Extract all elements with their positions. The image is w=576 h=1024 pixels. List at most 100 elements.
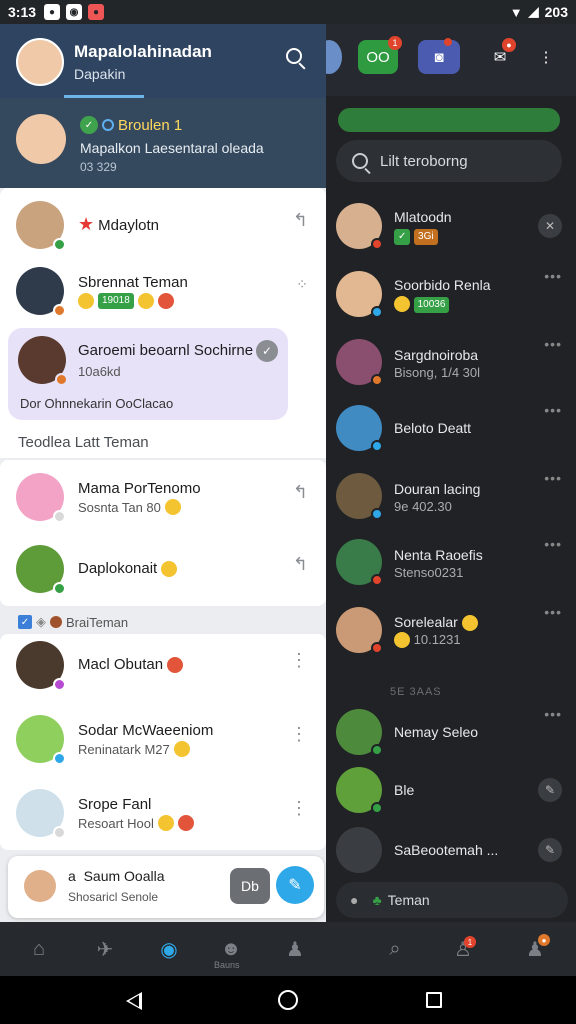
checkbox-icon[interactable]: ✓ [18,615,32,629]
app-screen: 3:13 ● ◉ ● ▼ ◢ 203 OO 1 ◙ ✉ ● ⋮ Lilt ter… [0,0,576,1024]
drawer-subtitle[interactable]: Dapakin [74,66,125,82]
drawer-row[interactable]: Srope Fanl Resoart Hool ⋮ [0,776,326,850]
bot-icon[interactable]: ◙ [418,40,460,74]
compose-secondary-button[interactable]: Db [230,868,270,904]
overflow-icon[interactable]: ⋮ [290,798,308,819]
back-icon[interactable] [126,992,142,1010]
signal-icon: ◢ [528,4,539,19]
avatar [336,709,383,756]
overflow-icon[interactable]: ⋮ [290,650,308,671]
more-dots-icon[interactable]: ⁘ [296,276,308,293]
green-banner[interactable] [338,108,560,132]
chat-row[interactable]: SaBeootemah ... ✎ [326,818,576,882]
row-name: Daplokonait [78,559,178,579]
chat-list-panel: OO 1 ◙ ✉ ● ⋮ Lilt teroborng Mlatoodn ✓ 3… [316,24,576,922]
row-name: Macl Obutan [78,655,184,675]
row-name: ★ Mdaylotn [78,214,160,234]
chat-name: Beloto Deatt [394,420,472,436]
nav-label: Bauns [214,960,240,970]
recents-icon[interactable] [426,992,442,1008]
avatar [16,473,66,523]
avatar [24,870,56,902]
chat-row[interactable]: Soorbido Renla 10036 ••• [326,262,576,326]
profile-avatar[interactable] [16,38,64,86]
chat-row[interactable]: Sorelealar 10.1231 ••• [326,598,576,662]
more-icon[interactable]: ••• [544,268,562,284]
chat-sub: Bisong, 1/4 30l [394,364,481,380]
drawer-row[interactable]: Mama PorTenomo Sosnta Tan 80 ↰ [0,460,326,534]
check-circle-icon[interactable]: ✓ [256,340,278,362]
avatar [336,405,383,452]
chat-row[interactable]: Nenta Raoefis Stenso0231 ••• [326,530,576,594]
chat-section-label: 5E 3AAS [390,686,442,698]
compose-card[interactable]: a Saum Ooalla Shosaricl Senole Db ✎ [8,856,324,918]
avatar [336,539,383,586]
featured-meta: 03 329 [80,160,117,174]
drawer-row[interactable]: Sbrennat Teman 19018 ⁘ [0,254,326,328]
avatar [16,715,66,765]
chat-sub: ✓ 3Gi [394,227,452,245]
bottom-navigation: ⌂ ✈ ◉ ☻ Bauns ♟ ⌕ ♙ 1 ♟ ● [0,922,576,976]
compose-pencil-button[interactable]: ✎ [276,866,314,904]
section-title: Teodlea Latt Teman [18,434,149,451]
avatar [336,339,383,386]
chat-name: Sargdnoiroba [394,346,479,363]
chat-search-text: Lilt teroborng [380,152,468,170]
featured-message: Mapalkon Laesentaral oleada [80,140,264,156]
chat-sub: 10036 [394,295,491,313]
avatar [16,545,66,595]
chat-row[interactable]: Beloto Deatt ••• [326,396,576,460]
chat-bubble-badge: ● [502,38,516,52]
drawer-row[interactable]: Macl Obutan ⋮ [0,628,326,702]
avatar [16,201,66,251]
edit-icon[interactable]: ✎ [538,778,562,802]
avatar [16,267,66,317]
more-icon[interactable]: ••• [544,470,562,486]
navigation-drawer: Mapalolahinadan Dapakin ✓ Broulen 1 Mapa… [0,24,326,922]
close-circle-icon[interactable]: ✕ [538,214,562,238]
chat-search-bar[interactable]: Lilt teroborng [336,140,562,182]
battery-level: 203 [544,4,568,20]
row-sub: Reninatark M27 [78,741,213,757]
drawer-row[interactable]: Sodar McWaeeniom Reninatark M27 ⋮ [0,702,326,776]
edit-icon[interactable]: ✎ [538,838,562,862]
chat-name: Sorelealar [394,612,478,632]
emoji-icon[interactable]: ☻ [218,936,244,962]
reply-icon[interactable]: ↰ [293,554,308,575]
chat-name: Soorbido Renla [394,277,491,293]
home-icon[interactable]: ⌂ [26,936,52,962]
drawer-row[interactable]: ★ Mdaylotn ↰ [0,188,326,262]
chat-row[interactable]: Ble ✎ [326,758,576,822]
drawer-row[interactable]: Daplokonait ↰ [0,532,326,606]
overflow-menu-icon[interactable]: ⋮ [536,40,556,74]
chat-name: Mlatoodn [394,209,452,225]
reply-icon[interactable]: ↰ [293,482,308,503]
reply-icon[interactable]: ↰ [293,210,308,231]
avatar [336,767,383,814]
bottom-chip[interactable]: ● ♣ Teman [336,882,568,918]
more-icon[interactable]: ••• [544,402,562,418]
selected-row[interactable]: Garoemi beoarnl Sochirne 10a6kd Dor Ohnn… [8,328,288,420]
chat-row[interactable]: Douran lacing 9e 402.30 ••• [326,464,576,528]
chat-tab-icon[interactable]: ◉ [156,936,182,962]
overflow-icon[interactable]: ⋮ [290,724,308,745]
chat-row[interactable]: Mlatoodn ✓ 3Gi ✕ [326,194,576,258]
more-icon[interactable]: ••• [544,536,562,552]
featured-avatar[interactable] [16,114,66,164]
more-icon[interactable]: ••• [544,604,562,620]
status-time: 3:13 [8,4,37,20]
chat-sub: 9e 402.30 [394,498,452,514]
rocket-icon[interactable]: ✈ [92,936,118,962]
more-icon[interactable]: ••• [544,706,562,722]
people-icon[interactable]: ♟ [282,936,308,962]
row-sub: 10a6kd [78,364,121,379]
right-toolbar: OO 1 ◙ ✉ ● ⋮ [316,24,576,96]
system-navigation [0,976,576,1024]
more-icon[interactable]: ••• [544,336,562,352]
chat-row[interactable]: Nemay Seleo ••• [326,700,576,764]
search-icon[interactable]: ⌕ [382,936,408,962]
home-button-icon[interactable] [278,990,298,1010]
drawer-search-button[interactable] [286,48,306,68]
avatar-mini-icon [50,616,62,628]
chat-row[interactable]: Sargdnoiroba Bisong, 1/4 30l ••• [326,330,576,394]
